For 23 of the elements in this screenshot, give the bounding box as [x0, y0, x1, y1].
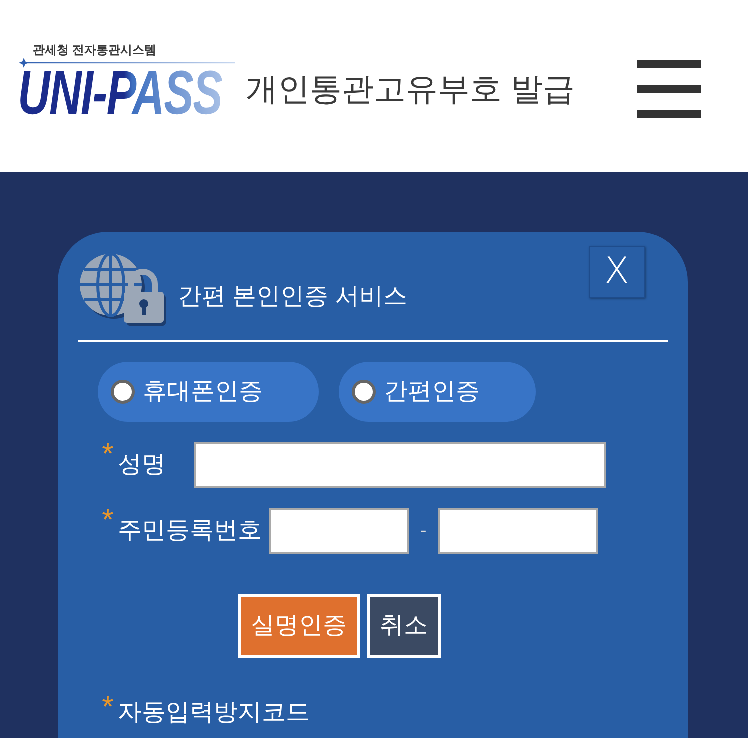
- globe-lock-icon: [78, 252, 166, 326]
- dialog-title: 간편 본인인증 서비스: [178, 282, 408, 312]
- radio-icon[interactable]: [111, 380, 135, 404]
- page-title: 개인통관고유부호 발급: [246, 70, 575, 109]
- cancel-button[interactable]: 취소: [367, 594, 441, 658]
- radio-option[interactable]: 간편인증: [339, 362, 536, 422]
- field-label: 주민등록번호: [118, 516, 262, 546]
- text-input[interactable]: [194, 442, 606, 488]
- close-button[interactable]: X: [589, 246, 645, 298]
- field-label: 자동입력방지코드: [118, 698, 310, 728]
- sparkle-line-icon: [18, 58, 235, 68]
- verify-button[interactable]: 실명인증: [238, 594, 360, 658]
- radio-icon[interactable]: [352, 380, 376, 404]
- text-input[interactable]: [438, 508, 598, 554]
- menu-icon[interactable]: [637, 60, 701, 118]
- radio-option[interactable]: 휴대폰인증: [98, 362, 319, 422]
- required-mark: *: [101, 440, 115, 470]
- logo-subtitle: 관세청 전자통관시스템: [33, 42, 156, 56]
- text-input[interactable]: [269, 508, 409, 554]
- required-mark: *: [101, 693, 115, 723]
- separator-dash: -: [419, 519, 428, 544]
- required-mark: *: [101, 506, 115, 536]
- field-label: 성명: [118, 450, 167, 480]
